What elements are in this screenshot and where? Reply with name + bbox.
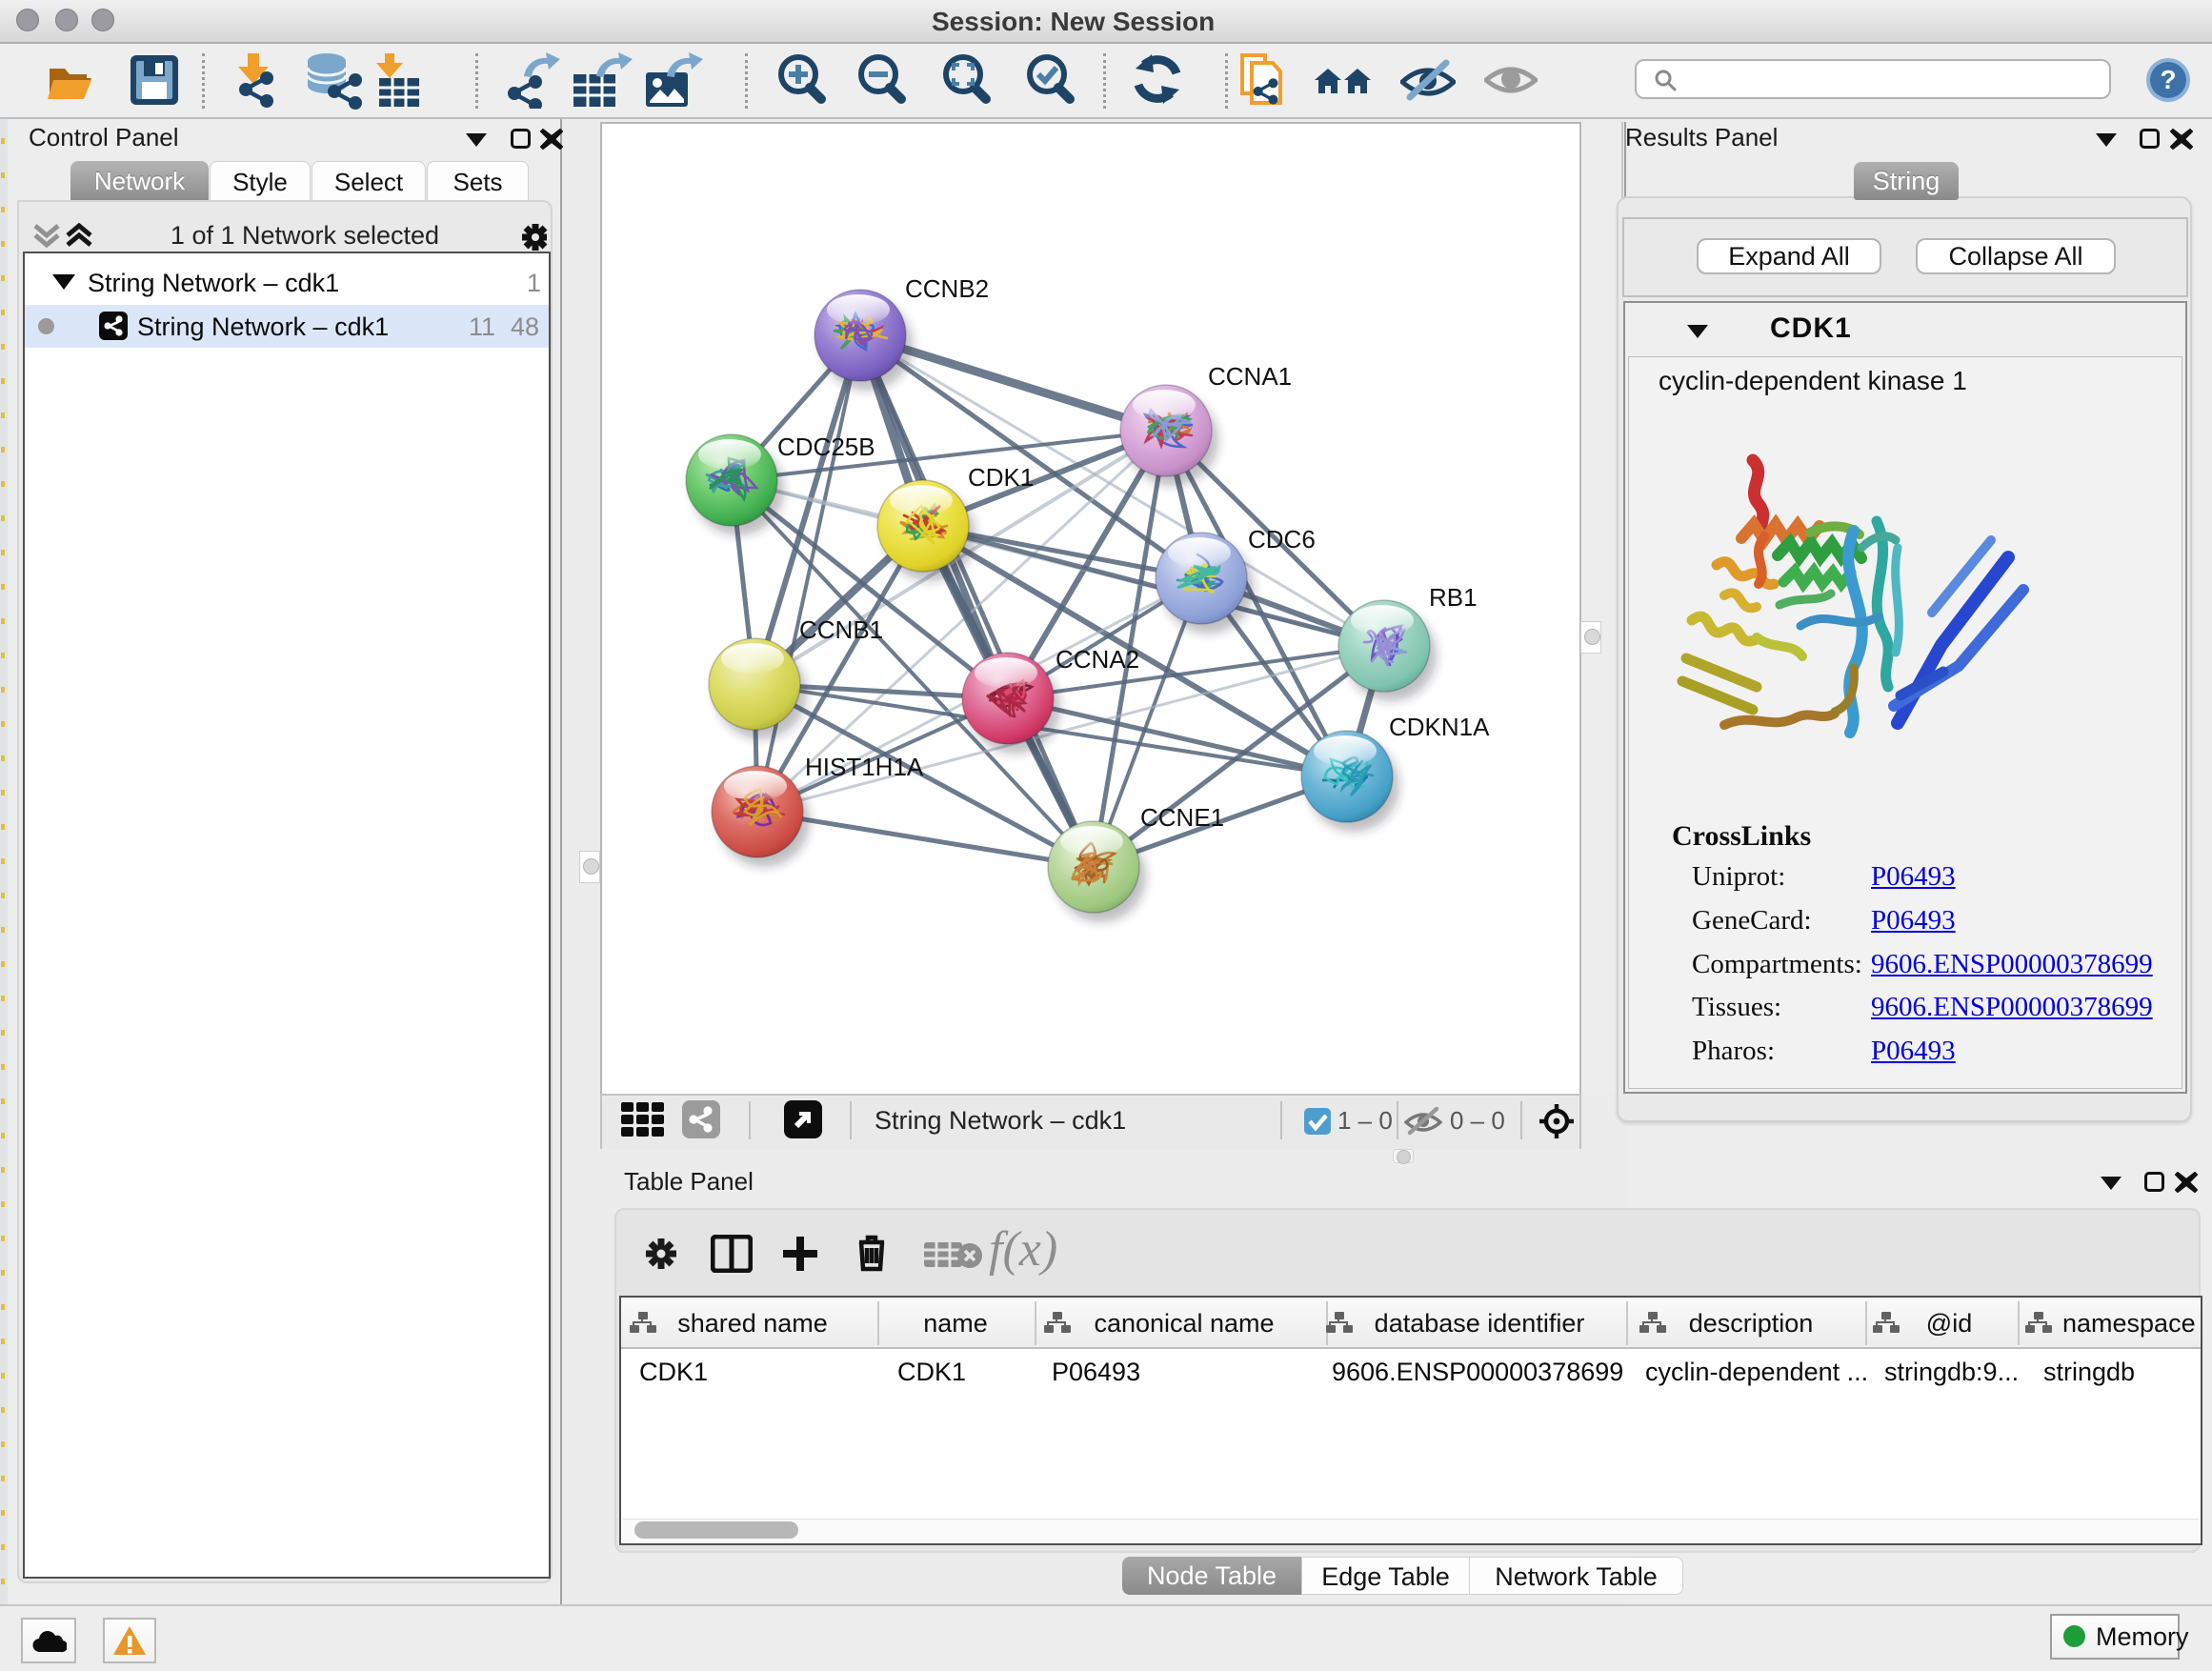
svg-text:CCNA2: CCNA2 [1056, 645, 1139, 674]
svg-text:?: ? [2160, 65, 2176, 94]
svg-text:CCNE1: CCNE1 [1140, 803, 1224, 832]
svg-text:CDC25B: CDC25B [777, 433, 875, 461]
svg-text:RB1: RB1 [1429, 583, 1478, 612]
svg-text:CCNA1: CCNA1 [1208, 362, 1292, 391]
svg-text:CDKN1A: CDKN1A [1389, 713, 1490, 741]
svg-text:HIST1H1A: HIST1H1A [805, 753, 924, 781]
svg-text:CCNB2: CCNB2 [905, 274, 989, 303]
svg-text:CDK1: CDK1 [968, 463, 1034, 492]
svg-text:CDC6: CDC6 [1248, 525, 1316, 554]
svg-text:CCNB1: CCNB1 [799, 615, 883, 644]
